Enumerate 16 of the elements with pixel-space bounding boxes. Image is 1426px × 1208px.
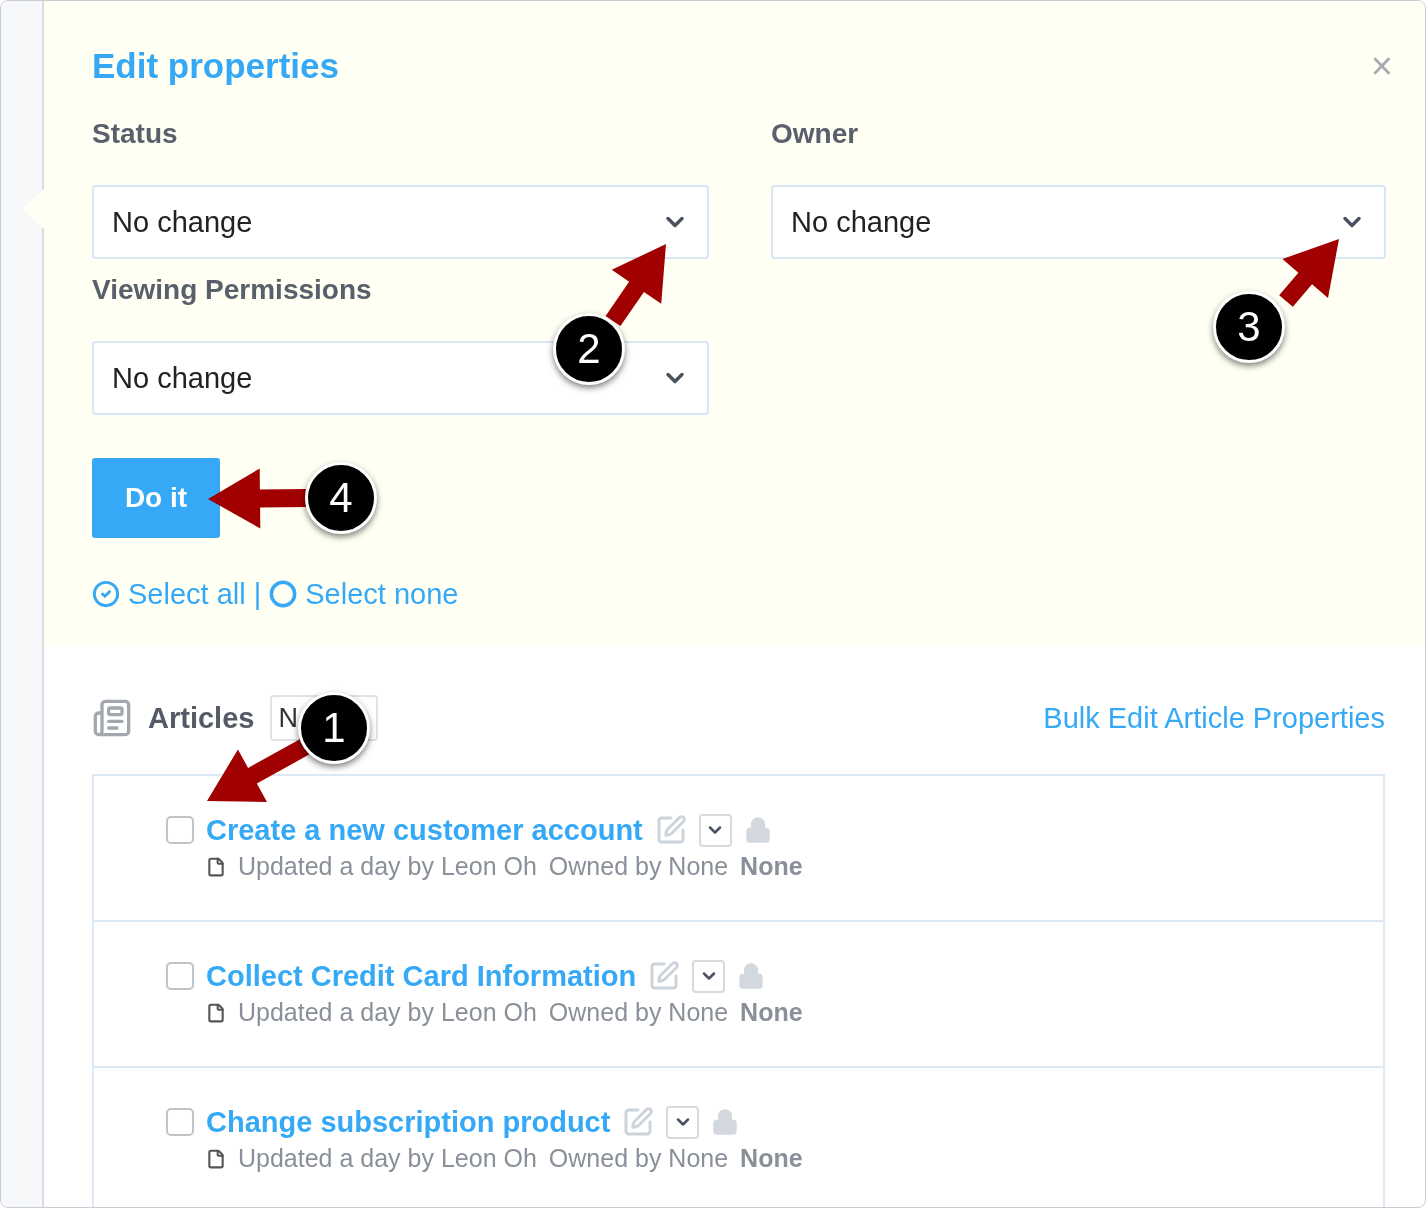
panel-title: Edit properties xyxy=(92,46,339,86)
owner-text: Owned by None xyxy=(548,1144,729,1173)
step-callout-tooltip: 1 xyxy=(298,692,370,764)
separator: | xyxy=(253,577,262,611)
owner-text: Owned by None xyxy=(548,998,729,1027)
updated-text: Updated a day by Leon Oh xyxy=(238,852,537,881)
field-label: Viewing Permissions xyxy=(92,275,373,305)
owner-text: Owned by None xyxy=(548,852,729,881)
field-label: Status xyxy=(92,119,179,149)
status-text: None xyxy=(740,1144,803,1173)
updated-text: Updated a day by Leon Oh xyxy=(238,1144,537,1173)
status-text: None xyxy=(740,852,803,881)
section-title: Articles xyxy=(148,701,255,735)
status-text: None xyxy=(740,998,803,1027)
field-label: Owner xyxy=(771,119,860,149)
updated-text: Updated a day by Leon Oh xyxy=(238,998,537,1027)
